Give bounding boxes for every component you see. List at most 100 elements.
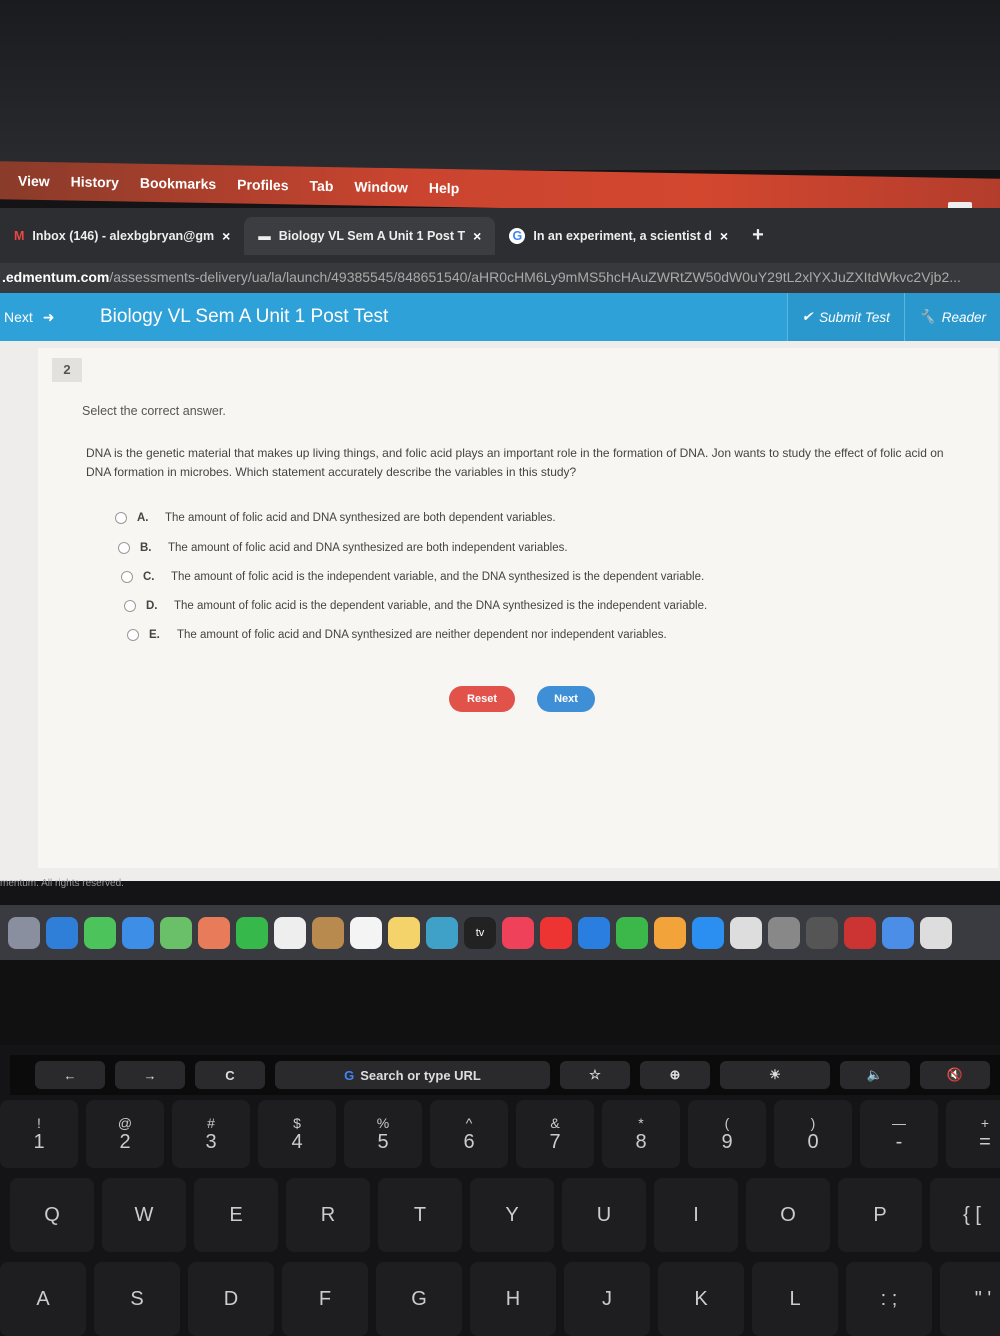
key[interactable]: Y <box>470 1178 554 1252</box>
dictionary-icon[interactable] <box>844 916 876 949</box>
keynote-icon[interactable] <box>578 916 610 949</box>
tab-inbox[interactable]: M Inbox (146) - alexbgbryan@gm × <box>0 217 244 255</box>
key[interactable]: F <box>282 1262 368 1336</box>
key[interactable]: ! 1 <box>0 1100 78 1168</box>
system-preferences-icon[interactable] <box>768 916 800 949</box>
option-d[interactable]: D. The amount of folic acid is the depend… <box>124 600 707 612</box>
key[interactable]: L <box>752 1262 838 1336</box>
key[interactable]: K <box>658 1262 744 1336</box>
key[interactable]: $4 <box>258 1100 336 1168</box>
contacts-icon[interactable] <box>312 916 344 949</box>
menu-tab[interactable]: Tab <box>310 178 334 194</box>
key[interactable]: Q <box>10 1178 94 1252</box>
pages-icon[interactable] <box>654 916 686 949</box>
key[interactable]: I <box>654 1178 738 1252</box>
key[interactable]: H <box>470 1262 556 1336</box>
menu-view[interactable]: View <box>18 173 50 190</box>
key[interactable]: S <box>94 1262 180 1336</box>
key[interactable]: { [ <box>930 1178 1000 1252</box>
radio-button[interactable] <box>127 629 139 641</box>
photos-icon[interactable] <box>198 916 230 949</box>
maps-icon[interactable] <box>160 916 192 949</box>
cleaner-icon[interactable] <box>806 916 838 949</box>
back-key[interactable]: ← <box>35 1061 105 1089</box>
key[interactable]: " ' <box>940 1262 1000 1336</box>
calendar-icon[interactable] <box>274 916 306 949</box>
news-icon[interactable] <box>540 916 572 949</box>
messages-icon[interactable] <box>84 916 116 949</box>
numbers-icon[interactable] <box>616 916 648 949</box>
preview-icon[interactable] <box>730 916 762 949</box>
touchbar-search[interactable]: G Search or type URL <box>275 1061 550 1089</box>
option-a[interactable]: A. The amount of folic acid and DNA synth… <box>115 512 556 524</box>
key[interactable]: G <box>376 1262 462 1336</box>
option-b[interactable]: B. The amount of folic acid and DNA synth… <box>118 542 568 554</box>
option-e[interactable]: E. The amount of folic acid and DNA synth… <box>127 629 667 641</box>
notes-icon[interactable] <box>388 916 420 949</box>
key-label: ! <box>37 1114 41 1131</box>
key[interactable]: R <box>286 1178 370 1252</box>
photo-booth-icon[interactable] <box>426 916 458 949</box>
close-icon[interactable]: × <box>222 228 230 244</box>
tab-biology[interactable]: ▬ Biology VL Sem A Unit 1 Post T × <box>244 216 496 255</box>
key[interactable]: * 8 <box>602 1100 680 1168</box>
menu-bookmarks[interactable]: Bookmarks <box>140 175 216 192</box>
key[interactable]: #3 <box>172 1100 250 1168</box>
apple-tv-icon[interactable]: tv <box>464 916 496 949</box>
key[interactable]: T <box>378 1178 462 1252</box>
app-store-icon[interactable] <box>692 916 724 949</box>
bookmark-star-key[interactable]: ☆ <box>560 1061 630 1089</box>
reminders-icon[interactable] <box>350 916 382 949</box>
menu-history[interactable]: History <box>71 174 119 191</box>
key[interactable]: E <box>194 1178 278 1252</box>
key[interactable]: O <box>746 1178 830 1252</box>
safari-icon[interactable] <box>46 916 78 949</box>
key[interactable]: ^ 6 <box>430 1100 508 1168</box>
radio-button[interactable] <box>118 542 130 554</box>
key[interactable]: A <box>0 1262 86 1336</box>
key[interactable]: ) 0 <box>774 1100 852 1168</box>
mail-icon[interactable] <box>122 916 154 949</box>
key[interactable]: — - <box>860 1100 938 1168</box>
forward-key[interactable]: → <box>115 1061 185 1089</box>
volume-key[interactable]: 🔈 <box>840 1061 910 1089</box>
key[interactable]: + = <box>946 1100 1000 1168</box>
option-c[interactable]: C. The amount of folic acid is the indepe… <box>121 571 704 583</box>
reset-button[interactable]: Reset <box>449 686 515 712</box>
new-tab-key[interactable]: ⊕ <box>640 1061 710 1089</box>
downloads-icon[interactable] <box>920 916 952 949</box>
menu-window[interactable]: Window <box>354 178 408 195</box>
launchpad-icon[interactable] <box>8 916 40 949</box>
key[interactable]: J <box>564 1262 650 1336</box>
key[interactable]: W <box>102 1178 186 1252</box>
submit-test-button[interactable]: ✔ Submit Test <box>786 293 904 341</box>
address-bar[interactable]: .edmentum.com/assessments-delivery/ua/la… <box>0 263 1000 293</box>
key[interactable]: & 7 <box>516 1100 594 1168</box>
new-tab-button[interactable]: + <box>752 224 764 247</box>
menu-profiles[interactable]: Profiles <box>237 176 288 193</box>
key[interactable]: (9 <box>688 1100 766 1168</box>
close-icon[interactable]: × <box>720 228 728 244</box>
tab-google[interactable]: G In an experiment, a scientist d × <box>495 217 742 255</box>
next-nav-button[interactable]: Next ➜ <box>0 309 80 326</box>
reload-key[interactable]: C <box>195 1061 265 1089</box>
key[interactable]: @2 <box>86 1100 164 1168</box>
key[interactable]: : ; <box>846 1262 932 1336</box>
menu-help[interactable]: Help <box>429 180 459 197</box>
key[interactable]: % 5 <box>344 1100 422 1168</box>
reader-button[interactable]: 🔧 Reader <box>903 293 1000 341</box>
mute-key[interactable]: 🔇 <box>920 1061 990 1089</box>
key[interactable]: U <box>562 1178 646 1252</box>
next-button[interactable]: Next <box>537 686 595 712</box>
key[interactable]: P <box>838 1178 922 1252</box>
close-icon[interactable]: × <box>473 228 481 244</box>
radio-button[interactable] <box>124 600 136 612</box>
key[interactable]: D <box>188 1262 274 1336</box>
radio-button[interactable] <box>115 512 127 524</box>
chrome-icon[interactable] <box>882 916 914 949</box>
key-label: 7 <box>549 1130 561 1153</box>
facetime-icon[interactable] <box>236 916 268 949</box>
radio-button[interactable] <box>121 571 133 583</box>
brightness-key[interactable]: ☀ <box>720 1061 830 1089</box>
music-icon[interactable] <box>502 916 534 949</box>
